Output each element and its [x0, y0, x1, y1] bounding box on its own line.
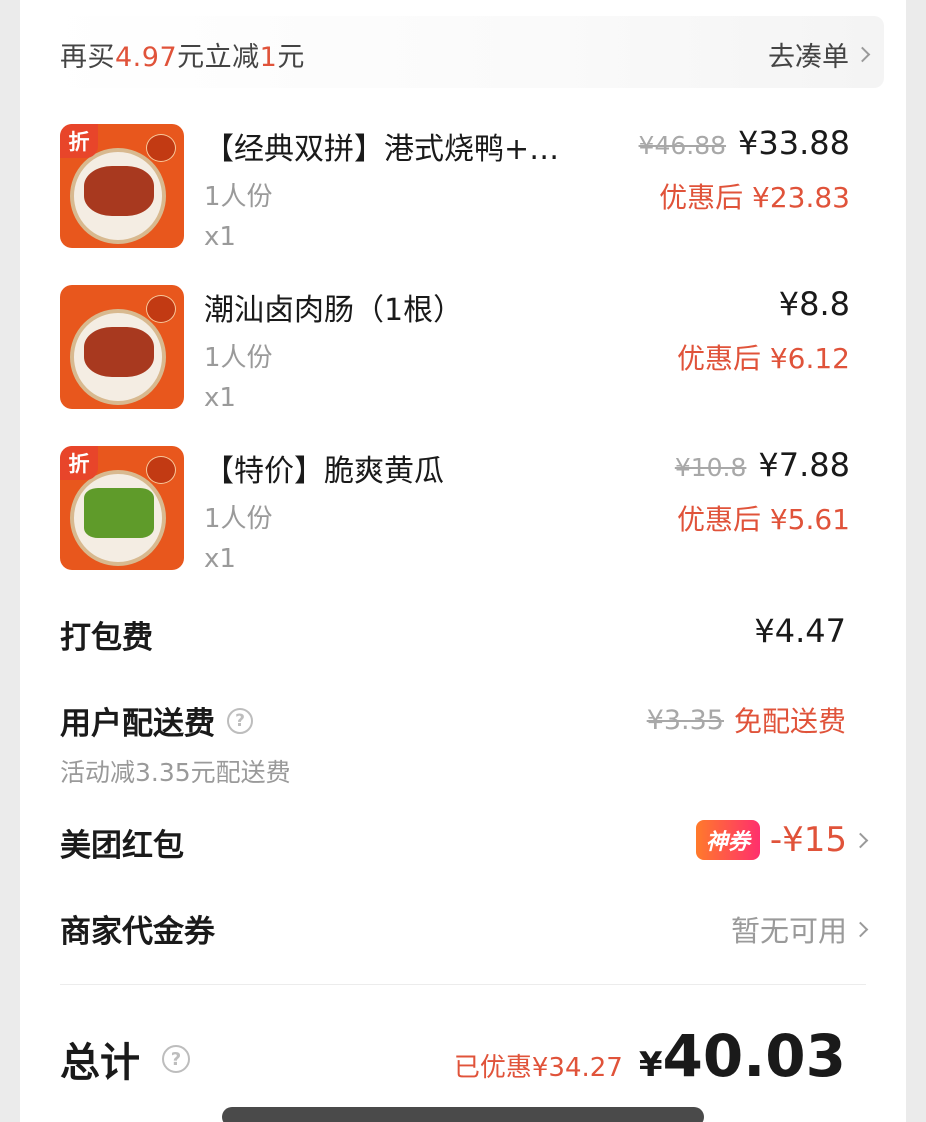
- red-packet-value: -¥15: [769, 820, 847, 860]
- item-quantity: x1: [204, 222, 236, 252]
- item-spec: 1人份: [204, 182, 273, 212]
- merchant-coupon-row[interactable]: 商家代金券 暂无可用: [60, 906, 869, 951]
- promo-bar[interactable]: 再买4.97元立减1元 去凑单: [42, 16, 884, 88]
- item-spec: 1人份: [204, 343, 273, 373]
- total-amount: 已优惠¥34.27 ¥ 40.03: [454, 1022, 846, 1090]
- packing-fee-value: ¥4.47: [754, 612, 846, 650]
- item-price-row: ¥8.8: [779, 285, 850, 323]
- chevron-right-icon: [852, 832, 869, 848]
- original-price: ¥46.88: [638, 131, 727, 160]
- total-label: 总计 ?: [60, 1030, 190, 1088]
- item-quantity: x1: [204, 544, 236, 574]
- item-price-row: ¥10.8 ¥7.88: [675, 446, 850, 484]
- current-price: ¥8.8: [778, 285, 850, 323]
- current-price: ¥7.88: [758, 446, 850, 484]
- merchant-coupon-value: 暂无可用: [730, 914, 847, 948]
- add-more-link[interactable]: 去凑单: [768, 35, 871, 74]
- delivery-original-fee: ¥3.35: [646, 704, 724, 736]
- total-saved: 已优惠¥34.27: [453, 1053, 623, 1083]
- super-coupon-badge: 神券: [695, 820, 760, 860]
- delivery-fee-note: 活动减3.35元配送费: [60, 758, 291, 787]
- item-quantity: x1: [204, 383, 236, 413]
- discount-tag-icon: 折: [60, 446, 98, 480]
- item-thumbnail: 折: [60, 446, 184, 570]
- home-indicator[interactable]: [222, 1107, 704, 1122]
- item-name: 【经典双拼】港式烧鸭+…: [204, 132, 560, 167]
- chevron-right-icon: [854, 46, 871, 63]
- cart-item: 潮汕卤肉肠（1根） 1人份 x1 ¥8.8 优惠后 ¥6.12: [60, 285, 850, 425]
- item-name: 【特价】脆爽黄瓜: [204, 454, 444, 489]
- promo-text: 再买4.97元立减1元: [60, 42, 305, 73]
- item-thumbnail: 折: [60, 124, 184, 248]
- original-price: ¥10.8: [674, 453, 747, 482]
- help-icon[interactable]: ?: [227, 707, 253, 734]
- cart-item: 折 【经典双拼】港式烧鸭+… 1人份 x1 ¥46.88 ¥33.88 优惠后 …: [60, 124, 850, 264]
- item-thumbnail: [60, 285, 184, 409]
- chevron-right-icon: [852, 921, 869, 937]
- current-price: ¥33.88: [738, 124, 850, 162]
- discount-tag-icon: 折: [60, 124, 98, 158]
- item-name: 潮汕卤肉肠（1根）: [204, 293, 464, 328]
- delivery-free-label: 免配送费: [733, 705, 846, 738]
- packing-fee-row: 打包费 ¥4.47: [60, 612, 866, 657]
- discounted-price: 优惠后 ¥23.83: [659, 181, 850, 214]
- delivery-fee-row: 用户配送费 ? 活动减3.35元配送费 ¥3.35 免配送费: [60, 698, 866, 789]
- help-icon[interactable]: ?: [162, 1045, 190, 1073]
- item-spec: 1人份: [204, 504, 273, 534]
- packing-fee-label: 打包费: [60, 620, 153, 656]
- item-price-row: ¥46.88 ¥33.88: [639, 124, 850, 162]
- cart-item: 折 【特价】脆爽黄瓜 1人份 x1 ¥10.8 ¥7.88 优惠后 ¥5.61: [60, 446, 850, 586]
- discounted-price: 优惠后 ¥5.61: [676, 503, 850, 536]
- total-value: 40.03: [662, 1022, 846, 1090]
- red-packet-row[interactable]: 美团红包 神券 -¥15: [60, 820, 869, 865]
- discounted-price: 优惠后 ¥6.12: [676, 342, 850, 375]
- divider: [60, 984, 866, 985]
- currency-symbol: ¥: [638, 1045, 663, 1085]
